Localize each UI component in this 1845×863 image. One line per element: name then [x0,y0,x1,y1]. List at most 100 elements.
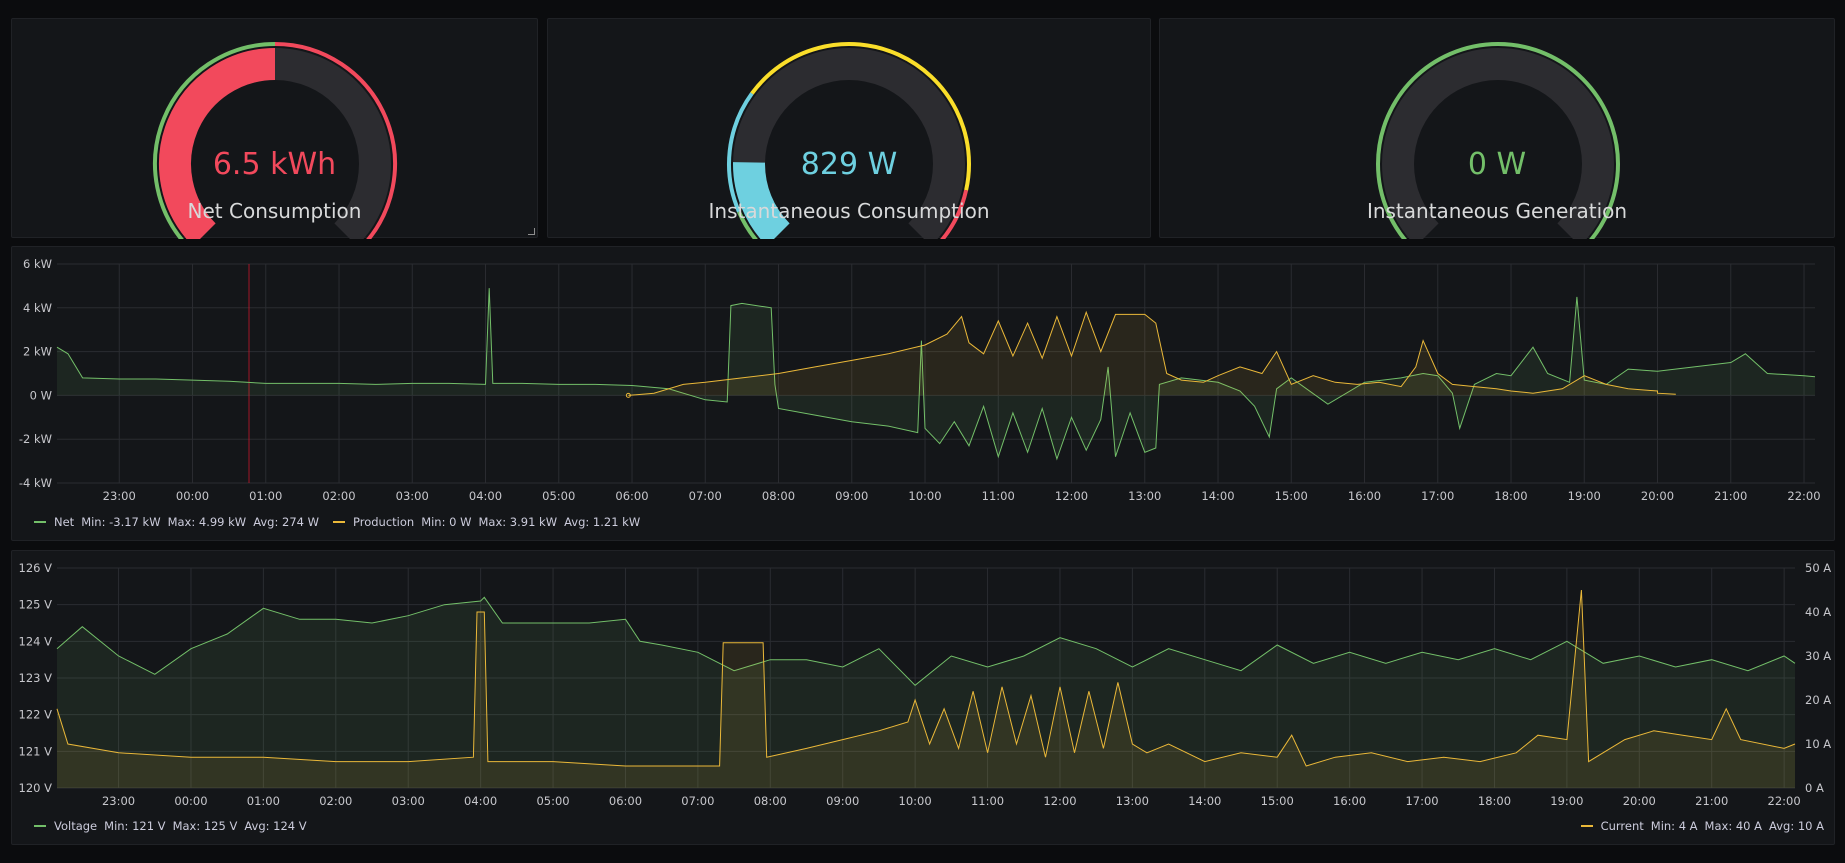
legend-swatch [34,521,46,523]
x-tick-label: 21:00 [1714,489,1747,503]
x-tick-label: 23:00 [102,794,135,808]
current-legend: Current Min: 4 A Max: 40 A Avg: 10 A [1580,819,1824,833]
legend-max: Max: 125 V [172,819,238,833]
gauge-panel-instantaneous-generation: 0 W Instantaneous Generation [1159,18,1835,239]
legend-min: Min: 0 W [421,515,472,529]
y-tick-label-right: 30 A [1805,649,1831,663]
legend-swatch [333,521,345,523]
x-tick-label: 03:00 [392,794,425,808]
legend-avg: Avg: 274 W [253,515,319,529]
legend-min: Min: -3.17 kW [81,515,161,529]
x-tick-label: 16:00 [1348,489,1381,503]
y-tick-label-left: 126 V [19,561,53,575]
x-tick-label: 01:00 [247,794,280,808]
net-consumption-value: 6.5 kWh [212,147,337,182]
legend-item-production[interactable]: Production Min: 0 W Max: 3.91 kW Avg: 1.… [333,515,640,529]
instantaneous-generation-value: 0 W [1467,147,1527,182]
x-tick-label: 08:00 [762,489,795,503]
legend-swatch [1580,825,1593,827]
x-tick-label: 10:00 [908,489,941,503]
power-chart-legend: Net Min: -3.17 kW Max: 4.99 kW Avg: 274 … [34,515,654,529]
x-tick-label: 13:00 [1116,794,1149,808]
y-tick-label-left: 125 V [19,598,53,612]
legend-min: Min: 121 V [104,819,166,833]
x-tick-label: 13:00 [1128,489,1161,503]
instantaneous-consumption-title: Instantaneous Consumption [708,199,990,223]
x-tick-label: 11:00 [982,489,1015,503]
legend-swatch [34,825,46,827]
legend-series-name: Voltage [54,819,98,833]
legend-item-net[interactable]: Net Min: -3.17 kW Max: 4.99 kW Avg: 274 … [34,515,319,529]
legend-max: Max: 40 A [1704,819,1763,833]
legend-series-name: Net [54,515,75,529]
x-tick-label: 18:00 [1494,489,1527,503]
x-tick-label: 14:00 [1201,489,1234,503]
y-tick-label-left: 124 V [19,634,53,648]
y-tick-label-right: 20 A [1805,693,1831,707]
x-tick-label: 21:00 [1695,794,1728,808]
legend-item-current[interactable]: Current Min: 4 A Max: 40 A Avg: 10 A [1580,819,1824,833]
x-tick-label: 17:00 [1405,794,1438,808]
x-tick-label: 00:00 [176,489,209,503]
x-tick-label: 22:00 [1787,489,1820,503]
x-tick-label: 11:00 [971,794,1004,808]
x-tick-label: 06:00 [615,489,648,503]
legend-series-name: Current [1600,819,1644,833]
x-tick-label: 01:00 [249,489,282,503]
y-tick-label-right: 0 A [1805,781,1824,795]
x-tick-label: 09:00 [826,794,859,808]
power-chart[interactable]: 23:00 00:00 01:00 02:00 03:00 04:00 05:00 06:00… [12,247,1836,512]
voltage-legend: Voltage Min: 121 V Max: 125 V Avg: 124 V [34,819,321,833]
voltage-current-chart-panel: 23:00 00:00 01:00 02:00 03:00 04:00 05:00 06:00… [11,550,1835,845]
x-tick-label: 15:00 [1261,794,1294,808]
instantaneous-generation-title: Instantaneous Generation [1366,199,1628,223]
y-tick-label: -4 kW [19,476,52,490]
x-tick-label: 23:00 [103,489,136,503]
x-tick-label: 10:00 [899,794,932,808]
x-tick-label: 15:00 [1275,489,1308,503]
x-tick-label: 19:00 [1568,489,1601,503]
x-tick-label: 06:00 [609,794,642,808]
x-tick-label: 04:00 [469,489,502,503]
y-tick-label-left: 122 V [19,708,53,722]
gauge-panel-instantaneous-consumption: 829 W Instantaneous Consumption [547,18,1151,239]
y-tick-label: 0 W [30,388,52,402]
x-tick-label: 22:00 [1768,794,1801,808]
legend-min: Min: 4 A [1650,819,1698,833]
x-tick-label: 05:00 [536,794,569,808]
gauge-panel-net-consumption: 6.5 kWh Net Consumption [11,18,538,239]
y-tick-label-left: 120 V [19,781,53,795]
net-consumption-title: Net Consumption [187,199,362,223]
x-tick-label: 12:00 [1043,794,1076,808]
x-tick-label: 16:00 [1333,794,1366,808]
x-tick-label: 14:00 [1188,794,1221,808]
x-tick-label: 20:00 [1641,489,1674,503]
legend-item-voltage[interactable]: Voltage Min: 121 V Max: 125 V Avg: 124 V [34,819,307,833]
resize-handle[interactable] [528,228,535,235]
y-tick-label: 4 kW [23,301,52,315]
x-tick-label: 18:00 [1478,794,1511,808]
x-tick-label: 17:00 [1421,489,1454,503]
y-tick-label-left: 121 V [19,744,53,758]
legend-avg: Avg: 1.21 kW [564,515,641,529]
x-tick-label: 07:00 [681,794,714,808]
y-tick-label-right: 10 A [1805,737,1831,751]
x-tick-label: 20:00 [1623,794,1656,808]
x-tick-label: 09:00 [835,489,868,503]
y-tick-label-left: 123 V [19,671,53,685]
x-tick-label: 00:00 [174,794,207,808]
x-tick-label: 02:00 [322,489,355,503]
instantaneous-consumption-value: 829 W [800,147,898,182]
x-tick-label: 12:00 [1055,489,1088,503]
y-tick-label: 6 kW [23,257,52,271]
x-tick-label: 03:00 [396,489,429,503]
legend-series-name: Production [353,515,415,529]
y-tick-label: -2 kW [19,432,52,446]
legend-max: Max: 4.99 kW [167,515,247,529]
y-tick-label: 2 kW [23,345,52,359]
x-tick-label: 05:00 [542,489,575,503]
legend-avg: Avg: 124 V [244,819,307,833]
voltage-current-chart[interactable]: 23:00 00:00 01:00 02:00 03:00 04:00 05:00 06:00… [12,551,1836,816]
y-tick-label-right: 40 A [1805,605,1831,619]
x-tick-label: 02:00 [319,794,352,808]
